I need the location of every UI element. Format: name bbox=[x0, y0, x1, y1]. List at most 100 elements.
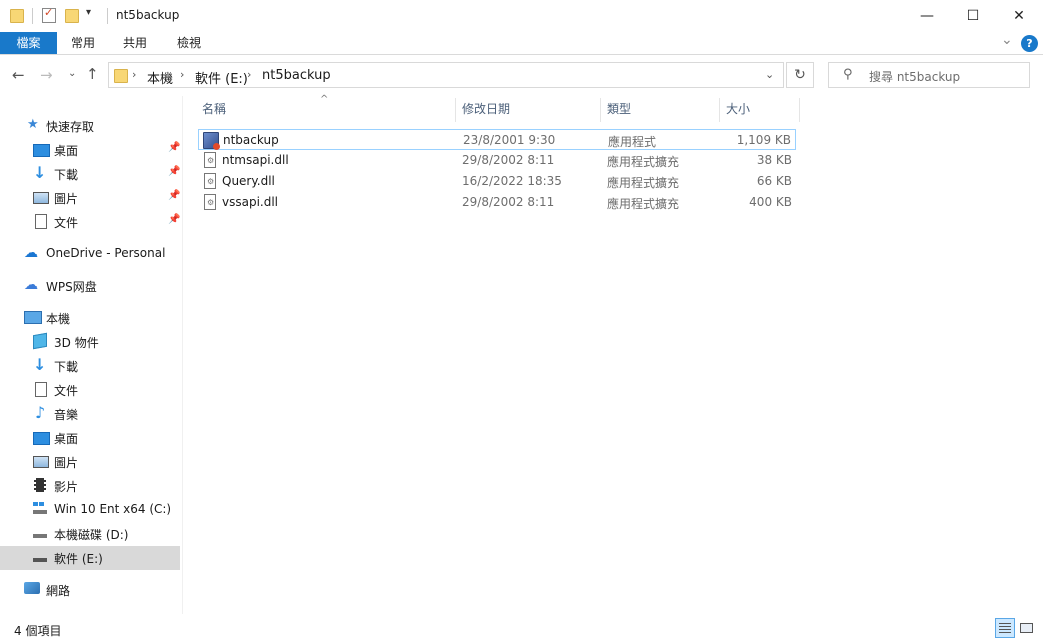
pin-icon[interactable]: 📌 bbox=[168, 190, 180, 201]
breadcrumb-separator[interactable]: › bbox=[247, 68, 251, 81]
file-name[interactable]: ntmsapi.dll bbox=[222, 153, 289, 167]
tab-share[interactable]: 共用 bbox=[109, 32, 161, 54]
sidebar-item-network[interactable]: 網路 bbox=[0, 578, 180, 602]
sidebar-item-desktop[interactable]: 桌面 📌 bbox=[0, 138, 180, 162]
breadcrumb-current[interactable]: nt5backup bbox=[262, 68, 331, 83]
minimize-button[interactable]: — bbox=[904, 0, 950, 32]
sidebar-item-label: 桌面 bbox=[54, 432, 79, 446]
file-size: 38 KB bbox=[756, 153, 792, 167]
sidebar-item-drive-c[interactable]: Win 10 Ent x64 (C:) bbox=[0, 498, 180, 522]
file-size: 400 KB bbox=[749, 195, 792, 209]
address-bar[interactable]: › 本機 › 軟件 (E:) › nt5backup ⌄ bbox=[108, 62, 784, 88]
pin-icon[interactable]: 📌 bbox=[168, 166, 180, 177]
dll-file-icon: ⚙ bbox=[204, 173, 216, 189]
sidebar-item-label: 影片 bbox=[54, 480, 79, 494]
help-icon[interactable]: ? bbox=[1021, 35, 1038, 52]
sidebar-item-desktop-pc[interactable]: 桌面 bbox=[0, 426, 180, 450]
sidebar-item-videos[interactable]: 影片 bbox=[0, 474, 180, 498]
large-icons-view-icon bbox=[1020, 623, 1033, 633]
sidebar-item-label: WPS网盘 bbox=[46, 280, 97, 294]
file-name[interactable]: ntbackup bbox=[223, 133, 279, 147]
ribbon-tabs: 檔案 常用 共用 檢視 ⌄ ? bbox=[0, 32, 1043, 55]
sidebar-item-pictures[interactable]: 圖片 📌 bbox=[0, 186, 180, 210]
sidebar-item-3d-objects[interactable]: 3D 物件 bbox=[0, 330, 180, 354]
sidebar-item-label: 3D 物件 bbox=[54, 336, 99, 350]
file-name[interactable]: vssapi.dll bbox=[222, 195, 278, 209]
column-divider[interactable] bbox=[600, 98, 601, 122]
sidebar-item-label: 下載 bbox=[54, 360, 79, 374]
column-divider[interactable] bbox=[719, 98, 720, 122]
forward-arrow-icon[interactable]: → bbox=[40, 66, 53, 84]
wps-cloud-icon: ☁ bbox=[24, 277, 38, 293]
sidebar-item-documents-pc[interactable]: 文件 bbox=[0, 378, 180, 402]
sidebar-item-quick-access[interactable]: ★ 快速存取 bbox=[0, 114, 180, 138]
sidebar-item-this-pc[interactable]: 本機 bbox=[0, 306, 180, 330]
close-button[interactable]: ✕ bbox=[996, 0, 1042, 32]
sidebar-item-documents[interactable]: 文件 📌 bbox=[0, 210, 180, 234]
sidebar-item-label: 網路 bbox=[46, 584, 71, 598]
column-divider[interactable] bbox=[799, 98, 800, 122]
chevron-down-icon[interactable]: ⌄ bbox=[765, 68, 774, 81]
file-row[interactable]: ⚙ vssapi.dll 29/8/2002 8:11 應用程式擴充 400 K… bbox=[198, 192, 796, 213]
documents-icon bbox=[35, 382, 47, 397]
divider bbox=[32, 8, 33, 24]
customize-quick-access-icon[interactable]: ▾ bbox=[86, 7, 91, 18]
dll-file-icon: ⚙ bbox=[204, 152, 216, 168]
tab-file[interactable]: 檔案 bbox=[0, 32, 57, 54]
search-input[interactable]: ⚲ 搜尋 nt5backup bbox=[828, 62, 1030, 88]
sidebar-item-wps[interactable]: ☁ WPS网盘 bbox=[0, 274, 180, 298]
recent-locations-icon[interactable]: ⌄ bbox=[68, 68, 76, 79]
column-header-date[interactable]: 修改日期 bbox=[462, 100, 510, 122]
sidebar-item-drive-e[interactable]: 軟件 (E:) bbox=[0, 546, 180, 570]
sidebar-item-music[interactable]: ♪ 音樂 bbox=[0, 402, 180, 426]
sidebar-item-label: 本機 bbox=[46, 312, 71, 326]
details-view-button[interactable] bbox=[995, 618, 1015, 638]
maximize-button[interactable]: ☐ bbox=[950, 0, 996, 32]
file-row[interactable]: ntbackup 23/8/2001 9:30 應用程式 1,109 KB bbox=[198, 129, 796, 150]
search-icon: ⚲ bbox=[843, 67, 853, 82]
large-icons-view-button[interactable] bbox=[1019, 620, 1035, 636]
sidebar-item-downloads-pc[interactable]: ↓ 下載 bbox=[0, 354, 180, 378]
folder-icon bbox=[114, 69, 128, 83]
tab-home[interactable]: 常用 bbox=[57, 32, 109, 54]
sidebar-item-label: 快速存取 bbox=[46, 120, 95, 134]
refresh-icon: ↻ bbox=[794, 67, 806, 83]
properties-icon[interactable]: ✓ bbox=[42, 6, 56, 23]
desktop-icon bbox=[33, 432, 50, 445]
sidebar-item-pictures-pc[interactable]: 圖片 bbox=[0, 450, 180, 474]
column-header-type[interactable]: 類型 bbox=[607, 100, 631, 122]
star-icon: ★ bbox=[27, 117, 39, 132]
column-header-name[interactable]: 名稱 bbox=[202, 100, 226, 122]
3d-objects-icon bbox=[33, 332, 47, 350]
file-name[interactable]: Query.dll bbox=[222, 174, 275, 188]
drive-icon bbox=[33, 534, 47, 538]
breadcrumb-separator[interactable]: › bbox=[180, 68, 184, 81]
cloud-icon: ☁ bbox=[24, 245, 38, 261]
desktop-icon bbox=[33, 144, 50, 157]
sidebar-item-label: OneDrive - Personal bbox=[46, 246, 166, 260]
sidebar-item-downloads[interactable]: ↓ 下載 📌 bbox=[0, 162, 180, 186]
column-divider[interactable] bbox=[455, 98, 456, 122]
tab-view[interactable]: 檢視 bbox=[161, 32, 217, 54]
pin-icon[interactable]: 📌 bbox=[168, 142, 180, 153]
sidebar-item-label: 桌面 bbox=[54, 144, 79, 158]
app-icon bbox=[203, 132, 220, 150]
up-arrow-icon[interactable]: ↑ bbox=[86, 65, 99, 83]
pin-icon[interactable]: 📌 bbox=[168, 214, 180, 225]
breadcrumb-drive-e[interactable]: 軟件 (E:) bbox=[195, 68, 248, 87]
breadcrumb-separator[interactable]: › bbox=[132, 68, 136, 81]
sidebar-item-drive-d[interactable]: 本機磁碟 (D:) bbox=[0, 522, 180, 546]
window-title: nt5backup bbox=[116, 8, 180, 22]
new-folder-icon[interactable] bbox=[65, 9, 79, 23]
videos-icon bbox=[34, 478, 46, 492]
breadcrumb-this-pc[interactable]: 本機 bbox=[147, 68, 173, 87]
file-date: 29/8/2002 8:11 bbox=[462, 153, 555, 167]
file-row[interactable]: ⚙ Query.dll 16/2/2022 18:35 應用程式擴充 66 KB bbox=[198, 171, 796, 192]
file-row[interactable]: ⚙ ntmsapi.dll 29/8/2002 8:11 應用程式擴充 38 K… bbox=[198, 150, 796, 171]
refresh-button[interactable]: ↻ bbox=[786, 62, 814, 88]
column-header-size[interactable]: 大小 bbox=[726, 100, 750, 122]
download-icon: ↓ bbox=[33, 163, 47, 182]
sidebar-item-onedrive[interactable]: ☁ OneDrive - Personal bbox=[0, 242, 180, 266]
expand-ribbon-icon[interactable]: ⌄ bbox=[1001, 32, 1013, 48]
back-arrow-icon[interactable]: ← bbox=[12, 66, 25, 84]
